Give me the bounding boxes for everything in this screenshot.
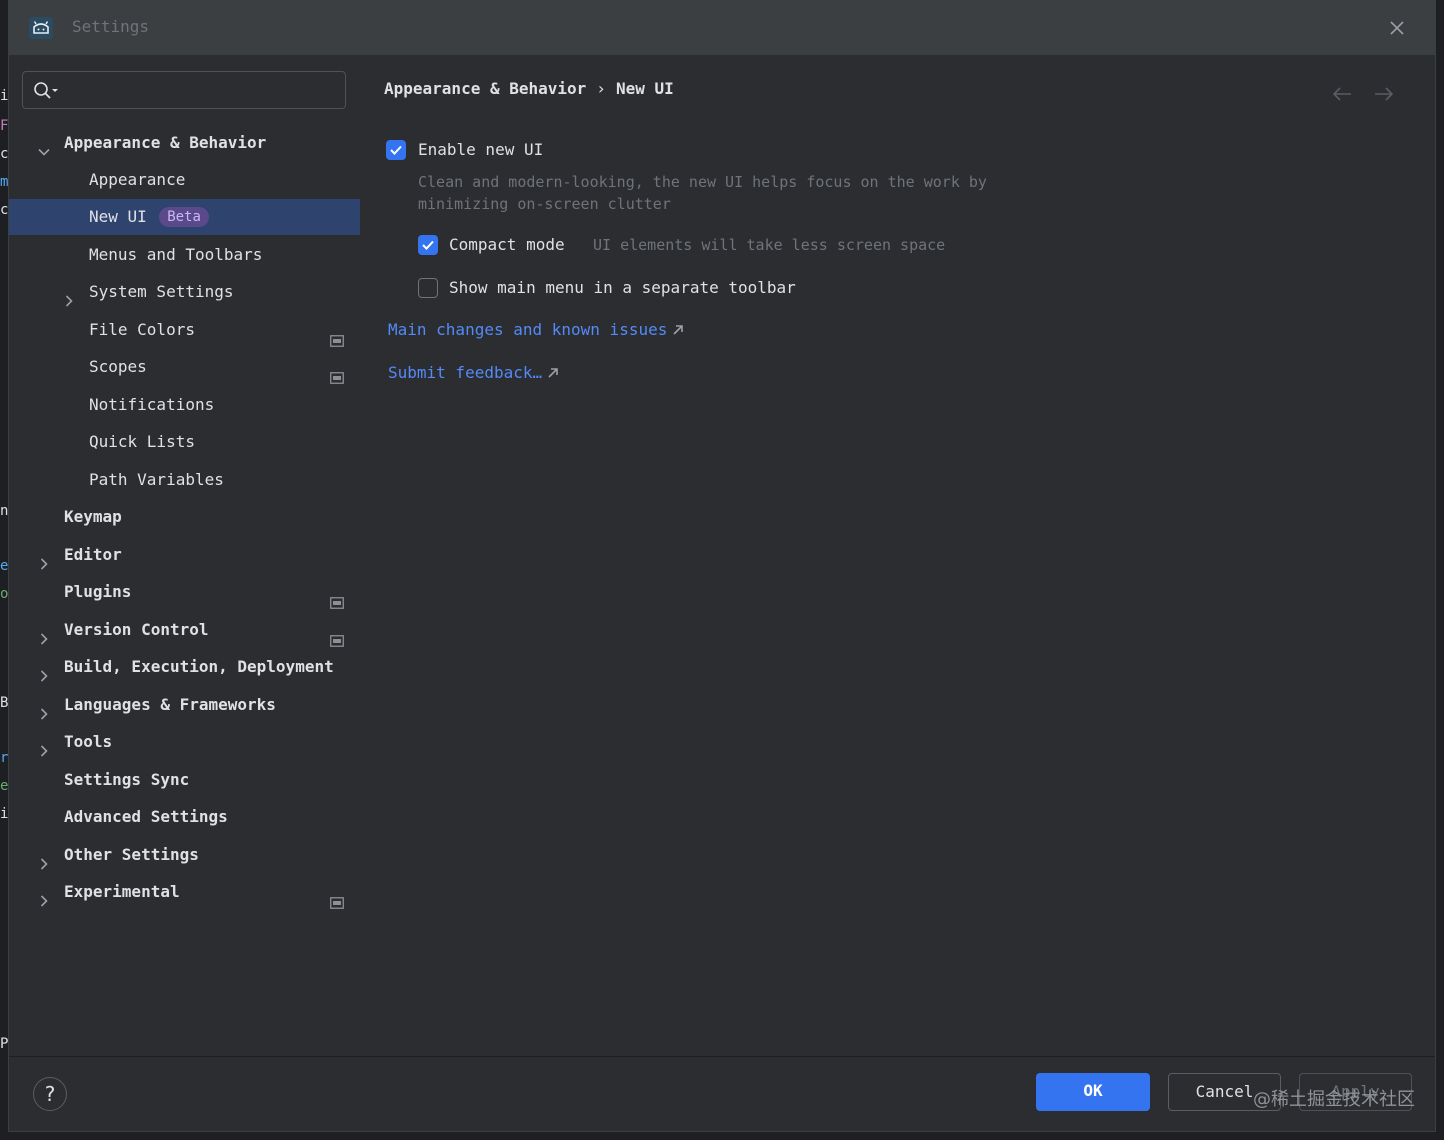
chevron-right-icon[interactable] <box>37 660 51 682</box>
close-icon[interactable] <box>1385 16 1409 40</box>
breadcrumb-parent[interactable]: Appearance & Behavior <box>384 79 586 98</box>
sidebar-item-label: Path Variables <box>89 470 224 489</box>
sidebar-item-plugins[interactable]: Plugins <box>9 574 360 610</box>
sidebar-item-label: Languages & Frameworks <box>64 695 276 714</box>
sidebar-item-appearance-behavior[interactable]: Appearance & Behavior <box>9 125 360 161</box>
sidebar-item-quick-lists[interactable]: Quick Lists <box>9 424 360 460</box>
chevron-right-icon[interactable] <box>37 885 51 907</box>
back-arrow-icon[interactable] <box>1331 85 1353 103</box>
breadcrumb-current: New UI <box>615 79 674 98</box>
chevron-down-icon[interactable] <box>37 136 51 156</box>
sidebar-item-system-settings[interactable]: System Settings <box>9 274 360 310</box>
chevron-right-icon[interactable] <box>62 285 76 307</box>
android-studio-logo-icon <box>29 17 53 39</box>
enable-new-ui-description: Clean and modern-looking, the new UI hel… <box>418 173 987 213</box>
breadcrumb: Appearance & Behavior › New UI <box>384 79 674 98</box>
chevron-right-icon[interactable] <box>37 548 51 570</box>
separate-toolbar-checkbox[interactable] <box>418 278 438 298</box>
sidebar-item-path-variables[interactable]: Path Variables <box>9 462 360 498</box>
compact-mode-checkbox[interactable] <box>418 235 438 255</box>
chevron-right-icon[interactable] <box>37 848 51 870</box>
breadcrumb-separator: › <box>596 79 606 98</box>
sidebar-item-keymap[interactable]: Keymap <box>9 499 360 535</box>
separate-toolbar-label[interactable]: Show main menu in a separate toolbar <box>449 278 796 297</box>
settings-dialog: Settings Appearance & Behavior Appearance… <box>8 0 1436 1132</box>
project-level-icon <box>330 586 344 609</box>
title-bar: Settings <box>9 1 1435 55</box>
sidebar-item-tools[interactable]: Tools <box>9 724 360 760</box>
sidebar-item-label: Advanced Settings <box>64 807 228 826</box>
submit-feedback-link-text[interactable]: Submit feedback… <box>388 363 542 382</box>
compact-mode-label[interactable]: Compact mode <box>449 235 565 254</box>
sidebar-item-label: New UI <box>89 207 147 226</box>
main-changes-link-text[interactable]: Main changes and known issues <box>388 320 667 339</box>
settings-content: Appearance & Behavior › New UI Enable new … <box>360 55 1435 1057</box>
forward-arrow-icon[interactable] <box>1373 85 1395 103</box>
sidebar-item-label: System Settings <box>89 282 234 301</box>
submit-feedback-link[interactable]: Submit feedback… <box>388 363 558 382</box>
settings-sidebar: Appearance & Behavior Appearance New UI Bet… <box>9 55 360 1057</box>
sidebar-item-experimental[interactable]: Experimental <box>9 874 360 910</box>
sidebar-item-label: Appearance <box>89 170 186 189</box>
watermark: @稀土掘金技术社区 <box>1253 1089 1415 1110</box>
sidebar-item-appearance[interactable]: Appearance <box>9 162 360 198</box>
sidebar-item-advanced-settings[interactable]: Advanced Settings <box>9 799 360 835</box>
sidebar-item-new-ui[interactable]: New UI Beta <box>9 199 360 235</box>
project-level-icon <box>330 324 344 347</box>
sidebar-item-label: Scopes <box>89 357 147 376</box>
search-input[interactable] <box>65 78 339 104</box>
sidebar-item-label: File Colors <box>89 320 195 339</box>
sidebar-item-languages-frameworks[interactable]: Languages & Frameworks <box>9 687 360 723</box>
sidebar-item-label: Menus and Toolbars <box>89 245 263 264</box>
project-level-icon <box>330 361 344 384</box>
sidebar-item-build-execution-deployment[interactable]: Build, Execution, Deployment <box>9 649 360 685</box>
external-link-icon <box>673 320 684 339</box>
sidebar-item-settings-sync[interactable]: Settings Sync <box>9 762 360 798</box>
search-icon <box>33 81 61 105</box>
sidebar-item-label: Experimental <box>64 882 180 901</box>
sidebar-item-menus-and-toolbars[interactable]: Menus and Toolbars <box>9 237 360 273</box>
chevron-right-icon[interactable] <box>37 623 51 645</box>
sidebar-item-editor[interactable]: Editor <box>9 537 360 573</box>
sidebar-item-notifications[interactable]: Notifications <box>9 387 360 423</box>
project-level-icon <box>330 886 344 909</box>
sidebar-item-label: Settings Sync <box>64 770 190 789</box>
sidebar-item-file-colors[interactable]: File Colors <box>9 312 360 348</box>
sidebar-item-label: Notifications <box>89 395 215 414</box>
sidebar-item-label: Build, Execution, Deployment <box>64 657 334 676</box>
enable-new-ui-checkbox[interactable] <box>386 140 406 160</box>
sidebar-item-label: Version Control <box>64 620 209 639</box>
sidebar-item-label: Editor <box>64 545 122 564</box>
window-title: Settings <box>72 17 150 36</box>
ok-button[interactable]: OK <box>1036 1073 1150 1111</box>
search-field[interactable] <box>22 71 346 109</box>
sidebar-item-other-settings[interactable]: Other Settings <box>9 837 360 873</box>
project-level-icon <box>330 624 344 647</box>
sidebar-item-label: Plugins <box>64 582 132 601</box>
chevron-right-icon[interactable] <box>37 735 51 757</box>
sidebar-item-scopes[interactable]: Scopes <box>9 349 360 385</box>
sidebar-item-label: Tools <box>64 732 113 751</box>
compact-mode-hint: UI elements will take less screen space <box>593 236 946 254</box>
sidebar-item-label: Appearance & Behavior <box>64 133 267 152</box>
dialog-footer: ? OK Cancel Apply @稀土掘金技术社区 <box>9 1056 1435 1131</box>
enable-new-ui-label[interactable]: Enable new UI <box>418 140 543 159</box>
beta-badge: Beta <box>159 207 209 227</box>
external-link-icon <box>548 363 558 382</box>
sidebar-item-version-control[interactable]: Version Control <box>9 612 360 648</box>
sidebar-item-label: Quick Lists <box>89 432 195 451</box>
sidebar-item-label: Keymap <box>64 507 122 526</box>
chevron-right-icon[interactable] <box>37 698 51 720</box>
help-button[interactable]: ? <box>33 1077 67 1111</box>
sidebar-item-label: Other Settings <box>64 845 199 864</box>
main-changes-link[interactable]: Main changes and known issues <box>388 320 684 339</box>
